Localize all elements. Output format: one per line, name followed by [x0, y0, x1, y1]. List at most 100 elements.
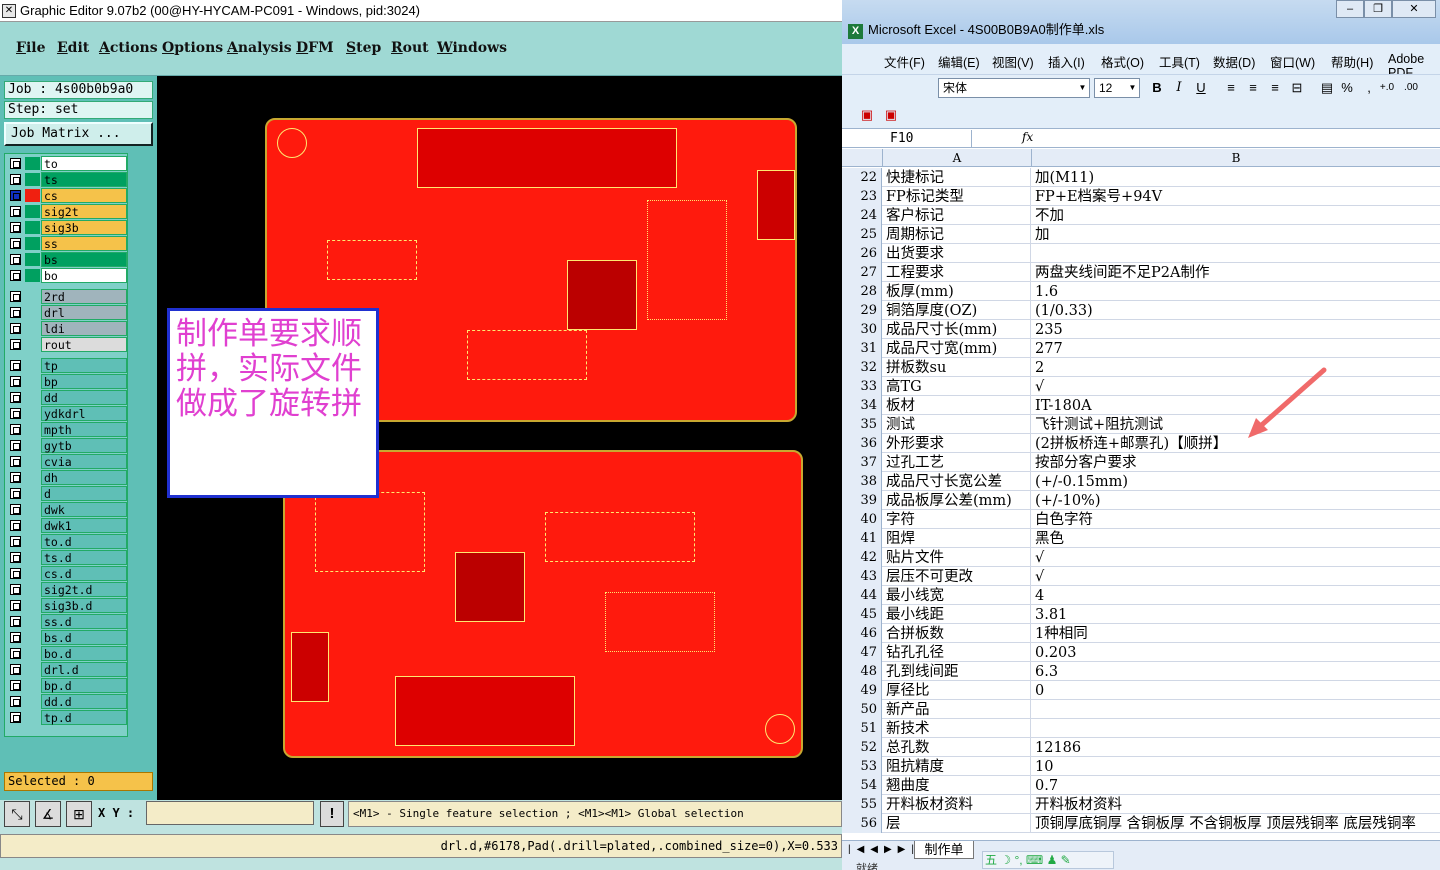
layer-color-swatch[interactable] [25, 615, 40, 628]
layer-checkbox[interactable] [10, 323, 21, 334]
cell-b[interactable]: 235 [1032, 320, 1440, 339]
menu-edit[interactable]: Edit [57, 40, 89, 56]
layer-name[interactable]: bs [41, 252, 127, 267]
layer-checkbox[interactable] [10, 712, 21, 723]
tab-navigation-icon[interactable]: |◀◀▶▶| [848, 844, 920, 855]
layer-checkbox[interactable] [10, 536, 21, 547]
layer-checkbox[interactable] [10, 568, 21, 579]
cell-b[interactable]: FP+E档案号+94V [1032, 187, 1440, 206]
cell-b[interactable]: (1/0.33) [1032, 301, 1440, 320]
comma-icon[interactable]: , [1360, 79, 1378, 97]
italic-icon[interactable]: I [1170, 79, 1188, 97]
cell-b[interactable]: 10 [1032, 757, 1440, 776]
layer-checkbox[interactable] [10, 174, 21, 185]
cell-b[interactable]: 12186 [1032, 738, 1440, 757]
cell-b[interactable]: 0 [1032, 681, 1440, 700]
layer-row[interactable]: ts.d [8, 550, 127, 565]
cell-a[interactable]: 快捷标记 [883, 168, 1031, 187]
layer-row[interactable]: cvia [8, 454, 127, 469]
layer-row[interactable]: tp.d [8, 710, 127, 725]
cell-b[interactable]: 白色字符 [1032, 510, 1440, 529]
row-number[interactable]: 48 [842, 662, 882, 681]
layer-color-swatch[interactable] [25, 173, 40, 186]
layer-row[interactable]: dwk [8, 502, 127, 517]
pdf-mail-icon[interactable]: ▣ [882, 106, 900, 124]
layer-checkbox[interactable] [10, 254, 21, 265]
cell-b[interactable]: 按部分客户要求 [1032, 453, 1440, 472]
layer-color-swatch[interactable] [25, 583, 40, 596]
row-number[interactable]: 27 [842, 263, 882, 282]
layer-color-swatch[interactable] [25, 487, 40, 500]
xl-menu-format[interactable]: 格式(O) [1101, 52, 1144, 71]
layer-color-swatch[interactable] [25, 407, 40, 420]
layer-row[interactable]: dh [8, 470, 127, 485]
layer-name[interactable]: dh [41, 470, 127, 485]
job-matrix-button[interactable]: Job Matrix ... [4, 122, 153, 146]
layer-row[interactable]: dd.d [8, 694, 127, 709]
select-all[interactable] [842, 149, 883, 167]
row-number[interactable]: 26 [842, 244, 882, 263]
minimize-button[interactable]: – [1336, 0, 1364, 18]
cell-a[interactable]: 总孔数 [883, 738, 1031, 757]
layer-row[interactable]: bs [8, 252, 127, 267]
cell-b[interactable]: 开料板材资料 [1032, 795, 1440, 814]
help-button[interactable]: ! [320, 801, 344, 827]
layer-name[interactable]: sig3b [41, 220, 127, 235]
row-number[interactable]: 30 [842, 320, 882, 339]
layer-checkbox[interactable] [10, 680, 21, 691]
bold-icon[interactable]: B [1148, 79, 1166, 97]
layer-row[interactable]: ldi [8, 321, 127, 336]
row-number[interactable]: 35 [842, 415, 882, 434]
xy-input[interactable] [146, 801, 314, 825]
layer-checkbox[interactable] [10, 307, 21, 318]
cell-b[interactable]: 6.3 [1032, 662, 1440, 681]
cell-b[interactable]: 黑色 [1032, 529, 1440, 548]
layer-color-swatch[interactable] [25, 455, 40, 468]
cell-a[interactable]: 钻孔孔径 [883, 643, 1031, 662]
close-button[interactable]: ✕ [1392, 0, 1436, 18]
row-number[interactable]: 54 [842, 776, 882, 795]
function-icon[interactable]: fx [1022, 130, 1033, 144]
row-number[interactable]: 44 [842, 586, 882, 605]
row-number[interactable]: 33 [842, 377, 882, 396]
layer-color-swatch[interactable] [25, 631, 40, 644]
cell-a[interactable]: 字符 [883, 510, 1031, 529]
name-box[interactable]: F10 [848, 130, 972, 147]
cell-b[interactable]: 不加 [1032, 206, 1440, 225]
layer-color-swatch[interactable] [25, 471, 40, 484]
layer-color-swatch[interactable] [25, 322, 40, 335]
layer-name[interactable]: dd.d [41, 694, 127, 709]
cell-b[interactable]: √ [1032, 548, 1440, 567]
cell-b[interactable]: 顶铜厚底铜厚 含铜板厚 不含铜板厚 顶层残铜率 底层残铜率 [1032, 814, 1440, 833]
layer-color-swatch[interactable] [25, 679, 40, 692]
cell-a[interactable]: 测试 [883, 415, 1031, 434]
restore-button[interactable]: ❐ [1364, 0, 1392, 18]
cell-a[interactable]: 层 [883, 814, 1031, 833]
layer-row[interactable]: bs.d [8, 630, 127, 645]
layer-row[interactable]: ss.d [8, 614, 127, 629]
cell-a[interactable]: 铜箔厚度(OZ) [883, 301, 1031, 320]
align-center-icon[interactable]: ≡ [1244, 79, 1262, 97]
cell-b[interactable]: 两盘夹线间距不足P2A制作 [1032, 263, 1440, 282]
layer-checkbox[interactable] [10, 190, 21, 201]
row-number[interactable]: 38 [842, 472, 882, 491]
layer-color-swatch[interactable] [25, 503, 40, 516]
layer-checkbox[interactable] [10, 456, 21, 467]
layer-row[interactable]: ss [8, 236, 127, 251]
layer-color-swatch[interactable] [25, 647, 40, 660]
row-number[interactable]: 29 [842, 301, 882, 320]
cell-b[interactable]: 277 [1032, 339, 1440, 358]
layer-name[interactable]: ldi [41, 321, 127, 336]
layer-checkbox[interactable] [10, 291, 21, 302]
layer-color-swatch[interactable] [25, 205, 40, 218]
cell-a[interactable]: 出货要求 [883, 244, 1031, 263]
grid-tool-button[interactable]: ⊞ [66, 801, 92, 827]
layer-color-swatch[interactable] [25, 253, 40, 266]
layer-name[interactable]: bp.d [41, 678, 127, 693]
layer-name[interactable]: drl.d [41, 662, 127, 677]
row-number[interactable]: 41 [842, 529, 882, 548]
row-number[interactable]: 42 [842, 548, 882, 567]
cell-b[interactable]: √ [1032, 377, 1440, 396]
layer-name[interactable]: cs [41, 188, 127, 203]
layer-name[interactable]: cvia [41, 454, 127, 469]
